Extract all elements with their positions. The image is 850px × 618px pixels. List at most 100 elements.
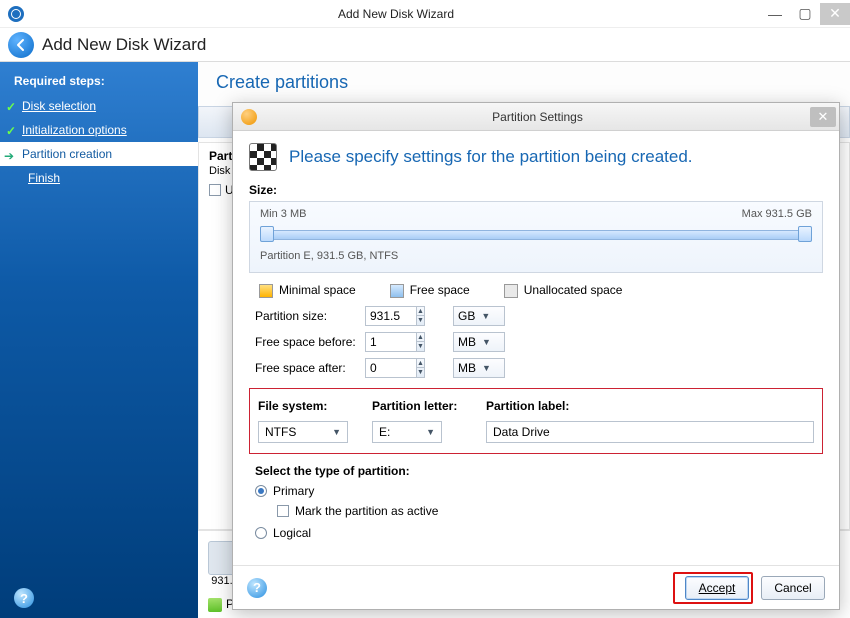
window-controls: — ▢ ✕ xyxy=(760,3,850,25)
legend-minimal: Minimal space xyxy=(279,283,356,297)
chevron-up-icon: ▲ xyxy=(417,307,424,317)
primary-radio[interactable]: Primary xyxy=(255,484,823,498)
flag-icon xyxy=(249,143,277,171)
arrow-left-icon xyxy=(14,38,28,52)
primary-label: Primary xyxy=(273,484,314,498)
step-label: Partition creation xyxy=(22,147,112,161)
bg-un-check[interactable] xyxy=(209,184,221,196)
minimal-swatch-icon xyxy=(259,284,273,298)
unit-value: GB xyxy=(458,309,475,323)
chevron-down-icon: ▼ xyxy=(417,342,424,351)
step-label: Initialization options xyxy=(22,123,127,137)
slider-thumb-right[interactable] xyxy=(798,226,812,242)
step-initialization-options[interactable]: ✓ Initialization options xyxy=(0,118,198,142)
primary-swatch-icon xyxy=(208,598,222,612)
partition-size-unit-select[interactable]: GB ▼ xyxy=(453,306,505,326)
partition-size-input[interactable] xyxy=(365,306,417,326)
free-after-input[interactable] xyxy=(365,358,417,378)
title-bar: Add New Disk Wizard — ▢ ✕ xyxy=(0,0,850,28)
size-fields-grid: Partition size: ▲▼ GB▼ Free space before… xyxy=(255,306,823,378)
legend-row: Minimal space Free space Unallocated spa… xyxy=(259,283,823,298)
size-slider[interactable] xyxy=(264,224,808,244)
dialog-icon xyxy=(241,109,257,125)
back-button[interactable] xyxy=(8,32,34,58)
header-title: Add New Disk Wizard xyxy=(42,35,206,55)
partition-type-section: Select the type of partition: Primary Ma… xyxy=(255,464,823,540)
dialog-help-button[interactable]: ? xyxy=(247,578,267,598)
chevron-down-icon: ▼ xyxy=(482,363,491,373)
ptype-heading: Select the type of partition: xyxy=(255,464,823,478)
mark-active-checkbox[interactable]: Mark the partition as active xyxy=(277,504,823,518)
logical-radio[interactable]: Logical xyxy=(255,526,823,540)
cancel-button[interactable]: Cancel xyxy=(761,576,825,600)
steps-sidebar: Required steps: ✓ Disk selection ✓ Initial… xyxy=(0,62,198,618)
letter-select[interactable]: E: ▼ xyxy=(372,421,442,443)
page-title: Create partitions xyxy=(198,62,850,103)
unit-value: MB xyxy=(458,361,476,375)
unalloc-swatch-icon xyxy=(504,284,518,298)
step-finish[interactable]: Finish xyxy=(0,166,198,190)
free-before-spinner[interactable]: ▲▼ xyxy=(417,332,425,352)
step-label: Disk selection xyxy=(22,99,96,113)
size-max-label: Max 931.5 GB xyxy=(742,208,812,220)
radio-icon xyxy=(255,527,267,539)
filesystem-heading: File system: xyxy=(258,399,368,413)
size-min-label: Min 3 MB xyxy=(260,208,306,220)
filesystem-section: File system: Partition letter: Partition… xyxy=(249,388,823,454)
free-before-label: Free space before: xyxy=(255,335,365,349)
partition-size-label: Partition size: xyxy=(255,309,365,323)
check-icon: ✓ xyxy=(6,124,16,138)
chevron-down-icon: ▼ xyxy=(426,427,435,437)
dialog-titlebar: Partition Settings ✕ xyxy=(233,103,839,131)
free-after-label: Free space after: xyxy=(255,361,365,375)
free-before-input[interactable] xyxy=(365,332,417,352)
free-swatch-icon xyxy=(390,284,404,298)
close-button[interactable]: ✕ xyxy=(820,3,850,25)
filesystem-value: NTFS xyxy=(265,425,296,439)
step-disk-selection[interactable]: ✓ Disk selection xyxy=(0,94,198,118)
legend-free: Free space xyxy=(410,283,470,297)
partition-info: Partition E, 931.5 GB, NTFS xyxy=(260,250,812,262)
legend-unalloc: Unallocated space xyxy=(524,283,623,297)
dialog-body: Please specify settings for the partitio… xyxy=(233,131,839,540)
wizard-header: Add New Disk Wizard xyxy=(0,28,850,62)
step-partition-creation[interactable]: ➔ Partition creation xyxy=(0,142,198,166)
maximize-button[interactable]: ▢ xyxy=(790,3,820,25)
letter-value: E: xyxy=(379,425,390,439)
help-button[interactable]: ? xyxy=(14,588,34,608)
free-after-spinner[interactable]: ▲▼ xyxy=(417,358,425,378)
chevron-up-icon: ▲ xyxy=(417,359,424,369)
partition-size-spinner[interactable]: ▲▼ xyxy=(417,306,425,326)
minimize-button[interactable]: — xyxy=(760,3,790,25)
free-after-unit-select[interactable]: MB ▼ xyxy=(453,358,505,378)
filesystem-select[interactable]: NTFS ▼ xyxy=(258,421,348,443)
slider-thumb-left[interactable] xyxy=(260,226,274,242)
free-before-unit-select[interactable]: MB ▼ xyxy=(453,332,505,352)
accept-highlight: Accept xyxy=(673,572,753,604)
chevron-down-icon: ▼ xyxy=(417,316,424,325)
chevron-down-icon: ▼ xyxy=(482,337,491,347)
dialog-title: Partition Settings xyxy=(265,110,810,124)
chevron-up-icon: ▲ xyxy=(417,333,424,343)
chevron-down-icon: ▼ xyxy=(481,311,490,321)
partition-label-input[interactable] xyxy=(486,421,814,443)
app-icon xyxy=(8,6,24,22)
arrow-right-icon: ➔ xyxy=(4,149,14,163)
dialog-close-button[interactable]: ✕ xyxy=(810,107,836,127)
check-icon: ✓ xyxy=(6,100,16,114)
letter-heading: Partition letter: xyxy=(372,399,482,413)
slider-track xyxy=(264,230,808,240)
accept-button[interactable]: Accept xyxy=(685,576,749,600)
sidebar-heading: Required steps: xyxy=(0,68,198,94)
specify-text: Please specify settings for the partitio… xyxy=(289,147,693,167)
step-label: Finish xyxy=(28,171,60,185)
size-label: Size: xyxy=(249,183,823,197)
logical-label: Logical xyxy=(273,526,311,540)
label-heading: Partition label: xyxy=(486,399,814,413)
checkbox-icon xyxy=(277,505,289,517)
chevron-down-icon: ▼ xyxy=(332,427,341,437)
window-title: Add New Disk Wizard xyxy=(32,7,760,21)
mark-active-label: Mark the partition as active xyxy=(295,504,438,518)
chevron-down-icon: ▼ xyxy=(417,368,424,377)
unit-value: MB xyxy=(458,335,476,349)
